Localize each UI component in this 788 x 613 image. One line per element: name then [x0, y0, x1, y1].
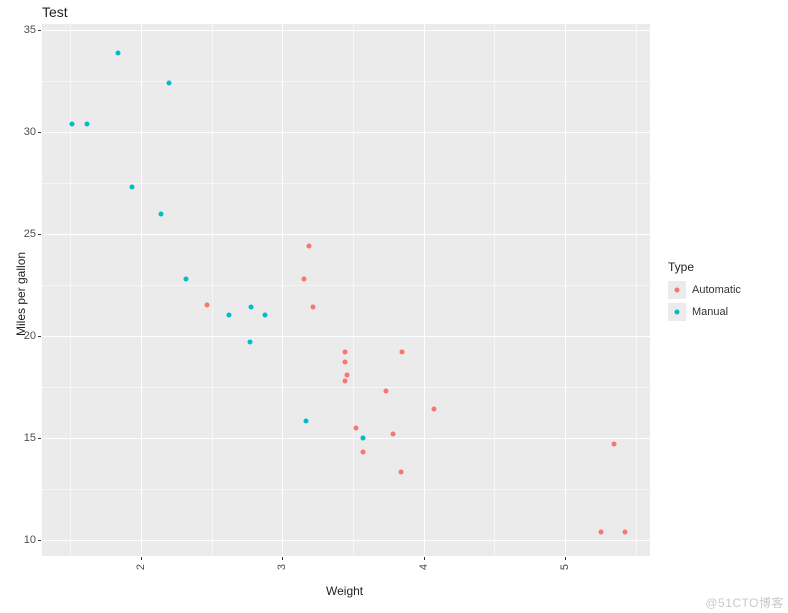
- data-point: [262, 313, 267, 318]
- grid-v: [282, 24, 283, 556]
- data-point: [390, 431, 395, 436]
- data-point: [204, 303, 209, 308]
- y-tick-mark: [38, 336, 41, 337]
- data-point: [158, 211, 163, 216]
- x-tick-mark: [141, 557, 142, 560]
- x-axis-label: Weight: [326, 584, 363, 598]
- data-point: [247, 339, 252, 344]
- legend-key: [668, 303, 686, 321]
- data-point: [301, 276, 306, 281]
- y-axis-label: Miles per gallon: [14, 252, 28, 336]
- y-tick-label: 35: [6, 24, 36, 36]
- data-point: [129, 185, 134, 190]
- grid-h: [42, 234, 650, 235]
- x-tick-mark: [282, 557, 283, 560]
- data-point: [167, 81, 172, 86]
- data-point: [307, 244, 312, 249]
- legend-dot-icon: [675, 288, 680, 293]
- legend-label: Automatic: [692, 284, 741, 296]
- x-tick-label: 3: [276, 564, 288, 570]
- x-tick-mark: [565, 557, 566, 560]
- data-point: [304, 419, 309, 424]
- data-point: [342, 378, 347, 383]
- grid-h-minor: [42, 81, 650, 82]
- legend-item: Automatic: [668, 280, 741, 300]
- x-tick-label: 4: [418, 564, 430, 570]
- legend-dot-icon: [675, 310, 680, 315]
- grid-h: [42, 540, 650, 541]
- legend-item: Manual: [668, 302, 741, 322]
- data-point: [70, 121, 75, 126]
- grid-v-minor: [353, 24, 354, 556]
- grid-v-minor: [636, 24, 637, 556]
- grid-h: [42, 438, 650, 439]
- grid-v: [565, 24, 566, 556]
- y-tick-mark: [38, 438, 41, 439]
- grid-v-minor: [494, 24, 495, 556]
- plot-panel: [42, 24, 650, 556]
- data-point: [342, 360, 347, 365]
- grid-h: [42, 132, 650, 133]
- grid-h-minor: [42, 387, 650, 388]
- grid-h: [42, 30, 650, 31]
- y-tick-label: 15: [6, 432, 36, 444]
- data-point: [360, 450, 365, 455]
- y-tick-mark: [38, 132, 41, 133]
- data-point: [342, 350, 347, 355]
- grid-v: [424, 24, 425, 556]
- legend-title: Type: [668, 260, 741, 274]
- grid-h: [42, 336, 650, 337]
- y-tick-mark: [38, 234, 41, 235]
- grid-v-minor: [70, 24, 71, 556]
- data-point: [360, 435, 365, 440]
- grid-v: [141, 24, 142, 556]
- y-tick-label: 25: [6, 228, 36, 240]
- data-point: [399, 350, 404, 355]
- grid-h-minor: [42, 489, 650, 490]
- chart-root: Test 101520253035 2345 Miles per gallon …: [0, 0, 788, 613]
- y-tick-mark: [38, 30, 41, 31]
- grid-h-minor: [42, 285, 650, 286]
- data-point: [345, 372, 350, 377]
- watermark-text: @51CTO博客: [705, 594, 784, 611]
- data-point: [399, 470, 404, 475]
- y-tick-label: 30: [6, 126, 36, 138]
- data-point: [310, 305, 315, 310]
- data-point: [115, 50, 120, 55]
- x-tick-label: 2: [135, 564, 147, 570]
- data-point: [598, 529, 603, 534]
- data-point: [84, 121, 89, 126]
- y-tick-label: 10: [6, 534, 36, 546]
- data-point: [383, 388, 388, 393]
- data-point: [249, 305, 254, 310]
- legend-key: [668, 281, 686, 299]
- data-point: [184, 276, 189, 281]
- grid-h-minor: [42, 183, 650, 184]
- legend: Type Automatic Manual: [668, 260, 741, 324]
- legend-label: Manual: [692, 306, 728, 318]
- grid-v-minor: [212, 24, 213, 556]
- x-tick-label: 5: [559, 564, 571, 570]
- data-point: [353, 425, 358, 430]
- data-point: [431, 407, 436, 412]
- data-point: [623, 529, 628, 534]
- data-point: [226, 313, 231, 318]
- y-tick-mark: [38, 540, 41, 541]
- data-point: [611, 441, 616, 446]
- chart-title: Test: [42, 4, 68, 20]
- x-tick-mark: [424, 557, 425, 560]
